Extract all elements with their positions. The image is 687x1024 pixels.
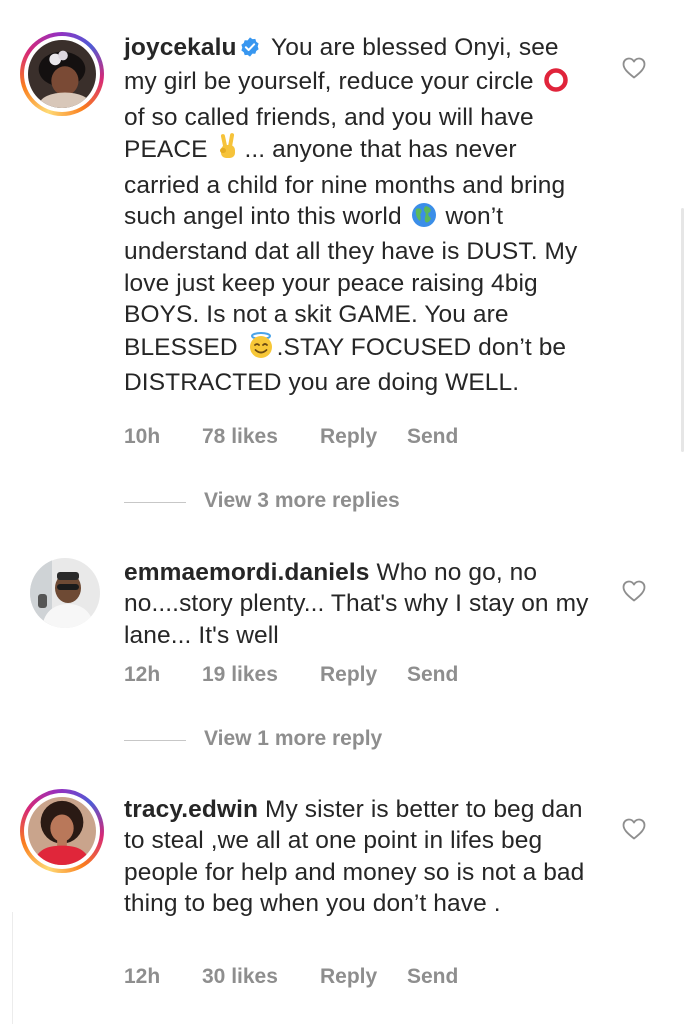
view-replies-label[interactable]: View 1 more reply: [204, 727, 382, 751]
divider-line: [124, 740, 186, 741]
send-button[interactable]: Send: [407, 965, 458, 989]
avatar[interactable]: [30, 558, 100, 628]
comment-time: 12h: [124, 965, 161, 988]
comment-time: 12h: [124, 663, 161, 686]
hollow-red-circle-icon: [543, 67, 569, 101]
comment-username[interactable]: emmaemordi.daniels: [124, 559, 370, 586]
divider-line: [124, 502, 186, 503]
avatar-story-ring[interactable]: [20, 789, 104, 873]
verified-badge-icon: [239, 35, 261, 66]
victory-hand-icon: [216, 133, 242, 169]
comment-body: joycekalu You are blessed Onyi, see my g…: [124, 32, 594, 398]
heart-outline-icon[interactable]: [622, 818, 646, 840]
smiling-face-with-halo-icon: [247, 331, 275, 367]
avatar-image: [30, 558, 100, 628]
avatar-story-ring[interactable]: [20, 32, 104, 116]
send-button[interactable]: Send: [407, 663, 458, 687]
scrollbar[interactable]: [681, 208, 684, 452]
comment-likes[interactable]: 19 likes: [202, 663, 278, 687]
left-edge-divider: [0, 912, 13, 1024]
heart-outline-icon[interactable]: [622, 580, 646, 602]
globe-icon: [411, 202, 437, 236]
comment-username[interactable]: joycekalu: [124, 34, 237, 61]
avatar[interactable]: [28, 797, 96, 865]
comment-likes[interactable]: 30 likes: [202, 965, 278, 989]
reply-button[interactable]: Reply: [320, 965, 377, 989]
heart-outline-icon[interactable]: [622, 57, 646, 79]
comment-time: 10h: [124, 425, 161, 448]
comment-likes[interactable]: 78 likes: [202, 425, 278, 449]
send-button[interactable]: Send: [407, 425, 458, 449]
comment-username[interactable]: tracy.edwin: [124, 796, 258, 823]
comment-body: emmaemordi.daniels Who no go, no no....s…: [124, 557, 594, 651]
reply-button[interactable]: Reply: [320, 663, 377, 687]
view-replies-label[interactable]: View 3 more replies: [204, 489, 400, 513]
avatar[interactable]: [28, 40, 96, 108]
reply-button[interactable]: Reply: [320, 425, 377, 449]
comment-body: tracy.edwin My sister is better to beg d…: [124, 794, 594, 920]
